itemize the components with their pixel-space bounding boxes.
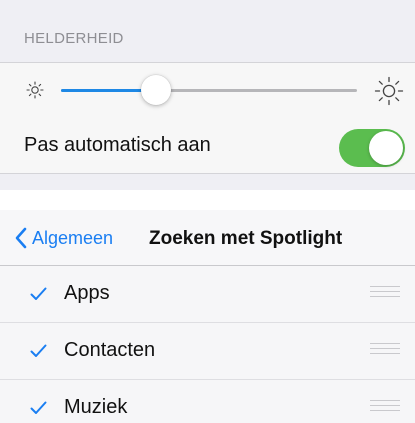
checkmark-icon: [30, 344, 47, 357]
checkmark-icon: [30, 287, 47, 300]
back-button-label: Algemeen: [32, 227, 114, 248]
page-title: Zoeken met Spotlight: [149, 228, 343, 249]
spotlight-panel: Algemeen Zoeken met Spotlight Apps Conta…: [0, 210, 415, 423]
toggle-knob: [369, 131, 403, 165]
chevron-left-icon: [15, 227, 27, 249]
list-item-label: Contacten: [64, 339, 156, 361]
slider-thumb[interactable]: [141, 75, 171, 105]
list-item-label: Muziek: [64, 396, 128, 418]
back-button[interactable]: Algemeen: [14, 226, 113, 250]
brightness-slider[interactable]: [61, 75, 357, 107]
reorder-handle-icon[interactable]: [370, 400, 400, 414]
settings-screenshot: HELDERHEID Pas automatisch aan Algemeen …: [0, 0, 415, 423]
reorder-handle-icon[interactable]: [370, 286, 400, 300]
list-item-apps[interactable]: Apps: [0, 266, 415, 323]
navigation-bar: Algemeen Zoeken met Spotlight: [0, 210, 415, 266]
list-item-muziek[interactable]: Muziek: [0, 380, 415, 423]
section-header-brightness: HELDERHEID: [24, 30, 124, 47]
sun-large-icon: [374, 76, 404, 106]
list-item-label: Apps: [64, 282, 110, 304]
auto-brightness-row: Pas automatisch aan: [0, 119, 415, 174]
checkmark-icon: [30, 401, 47, 414]
brightness-panel: HELDERHEID Pas automatisch aan: [0, 0, 415, 190]
list-item-contacten[interactable]: Contacten: [0, 323, 415, 380]
spotlight-list: Apps Contacten Muziek: [0, 266, 415, 423]
auto-brightness-label: Pas automatisch aan: [24, 134, 211, 156]
reorder-handle-icon[interactable]: [370, 343, 400, 357]
brightness-row: [0, 62, 415, 120]
divider-gap: [0, 190, 415, 210]
auto-brightness-toggle[interactable]: [339, 129, 405, 167]
sun-small-icon: [26, 81, 44, 99]
